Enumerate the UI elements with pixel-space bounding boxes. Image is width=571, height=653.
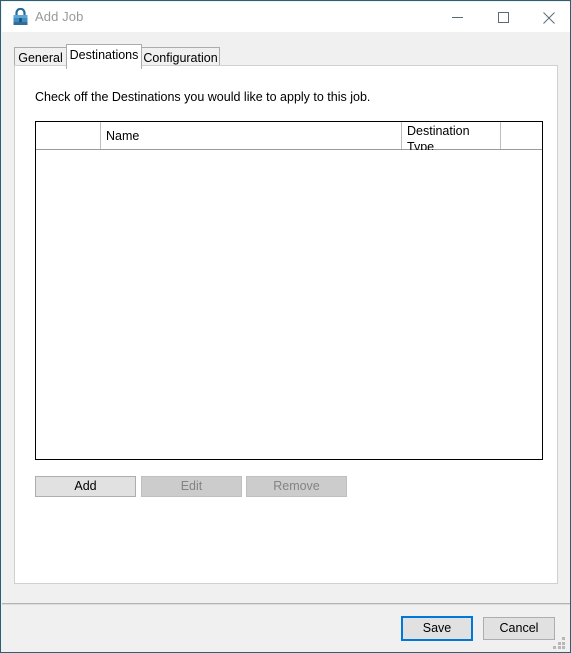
minimize-icon[interactable] xyxy=(434,3,480,32)
tab-configuration-label: Configuration xyxy=(143,51,218,65)
grid-header-destination-type-line1: Destination xyxy=(407,124,470,138)
grid-header-destination-type[interactable]: Destination Type xyxy=(402,122,501,153)
grid-header-checkbox[interactable] xyxy=(36,122,101,149)
resize-grip-icon[interactable] xyxy=(553,637,566,650)
grid-body[interactable] xyxy=(36,150,542,459)
remove-button: Remove xyxy=(246,476,347,497)
title-bar[interactable]: Add Job xyxy=(2,2,570,32)
grid-header-row: Name Destination Type xyxy=(36,122,542,153)
grid-header-spacer[interactable] xyxy=(501,122,542,149)
destinations-tab-panel: Check off the Destinations you would lik… xyxy=(14,65,558,584)
maximize-icon[interactable] xyxy=(480,3,526,32)
grid-header-name[interactable]: Name xyxy=(101,122,402,149)
cancel-button[interactable]: Cancel xyxy=(483,617,555,640)
close-icon[interactable] xyxy=(526,3,570,32)
add-job-dialog: Add Job General Destinations Configurati… xyxy=(0,0,571,653)
destinations-grid[interactable]: Name Destination Type xyxy=(35,121,543,460)
tab-destinations-label: Destinations xyxy=(69,48,139,62)
instruction-text: Check off the Destinations you would lik… xyxy=(35,90,371,104)
edit-button: Edit xyxy=(141,476,242,497)
padlock-icon xyxy=(12,7,29,26)
add-button[interactable]: Add xyxy=(35,476,136,497)
tab-destinations[interactable]: Destinations xyxy=(66,44,142,69)
window-title: Add Job xyxy=(35,9,84,24)
save-button[interactable]: Save xyxy=(401,616,473,641)
tab-general-label: General xyxy=(18,51,63,65)
